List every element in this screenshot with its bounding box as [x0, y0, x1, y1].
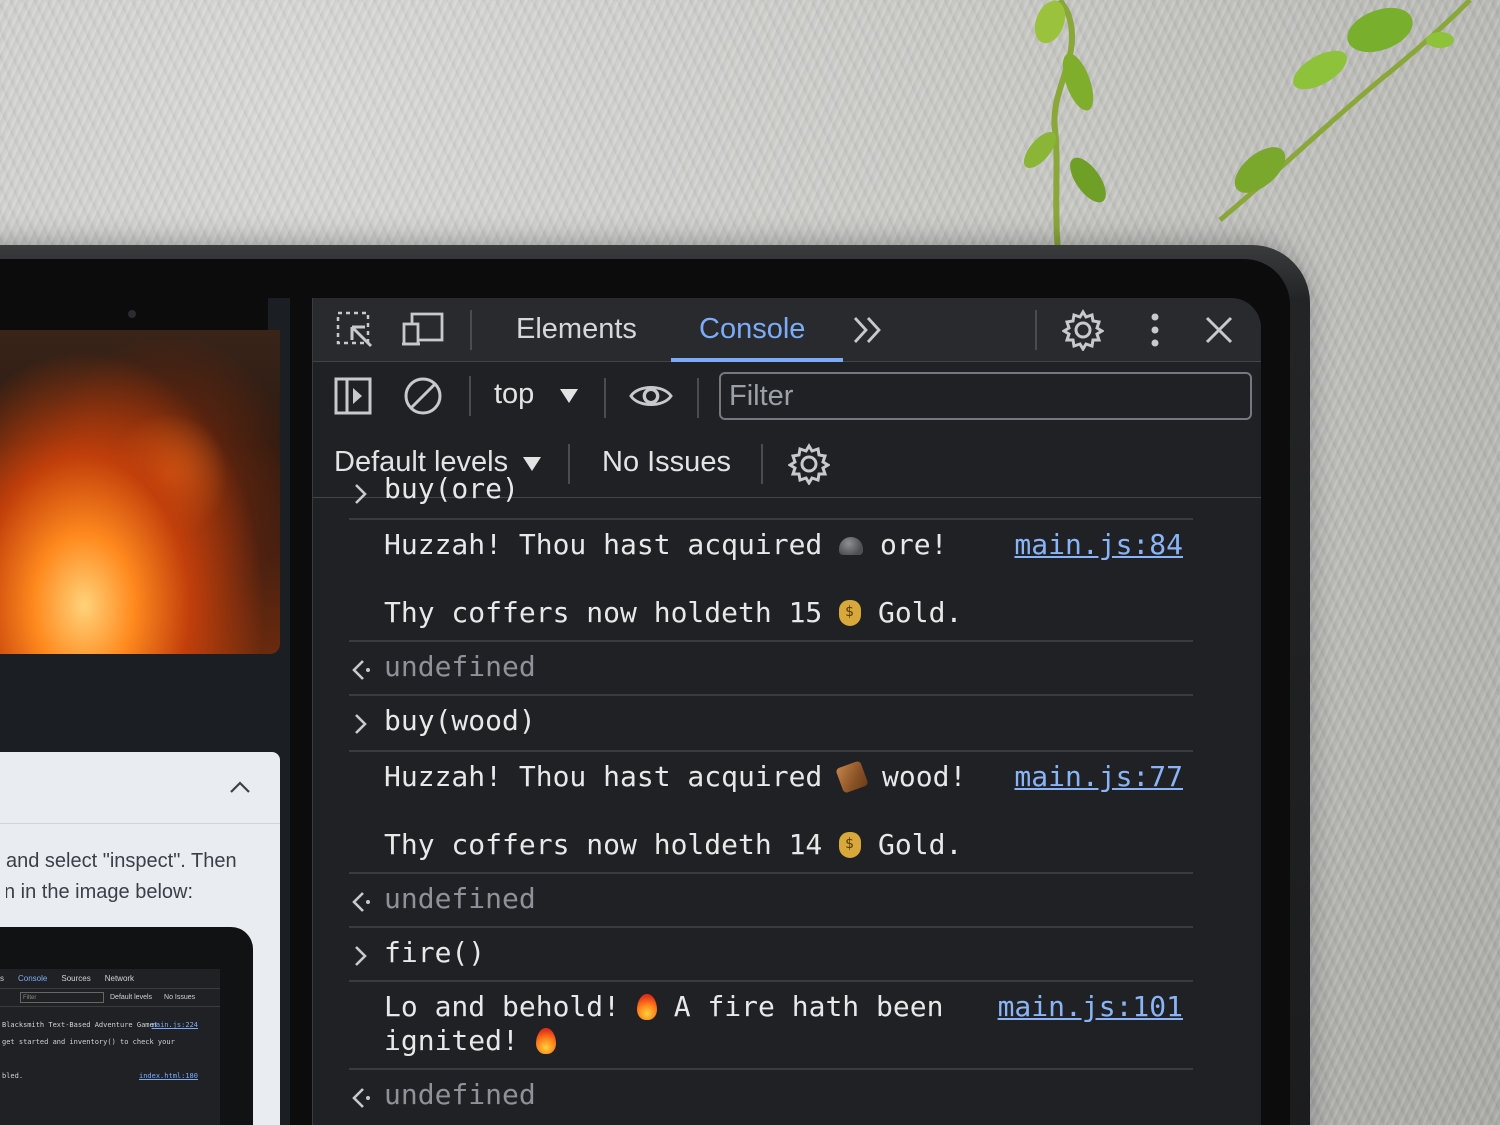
mini-filter-row: Filter Default levels No Issues	[0, 989, 220, 1007]
card-text-line: and select "inspect". Then	[6, 850, 237, 872]
toolbar-separator	[1035, 310, 1037, 350]
context-selector[interactable]: top	[494, 378, 534, 411]
log-message: Thy coffers now holdeth 15 Gold.	[384, 596, 962, 629]
inspect-element-icon[interactable]	[333, 308, 377, 352]
mini-devtools: s Console Sources Network Filter Default…	[0, 969, 220, 1125]
wood-icon	[835, 760, 869, 794]
console-return-row: undefined	[349, 1070, 1193, 1125]
rock-icon	[839, 537, 864, 555]
dropdown-arrow-icon[interactable]	[559, 388, 579, 404]
mini-levels: Default levels	[110, 994, 153, 1001]
device-toolbar-icon[interactable]	[402, 308, 446, 352]
return-value: undefined	[384, 1078, 536, 1111]
log-message: Huzzah! Thou hast acquired ore!	[384, 528, 948, 561]
money-bag-icon	[839, 832, 862, 858]
chevron-up-icon[interactable]	[229, 780, 251, 794]
mini-tab: s	[0, 974, 4, 983]
tab-elements[interactable]: Elements	[516, 298, 637, 362]
camera-icon	[128, 310, 136, 318]
mini-tab: Network	[104, 974, 135, 983]
mini-console-line: bled. index.html:180	[2, 1072, 198, 1080]
card-header[interactable]	[0, 752, 280, 824]
console-return-row: undefined	[349, 874, 1193, 928]
issues-button[interactable]: No Issues	[602, 446, 731, 479]
console-return-row: undefined	[349, 642, 1193, 696]
return-chevron-icon	[352, 892, 370, 912]
instructions-card: and select "inspect". Then n in the imag…	[0, 752, 280, 1125]
mini-console-line	[0, 1051, 220, 1068]
toolbar-separator	[469, 376, 471, 416]
console-input-row: fire()	[349, 928, 1193, 982]
more-tabs-icon[interactable]	[845, 308, 889, 352]
log-message: ignited!	[384, 1024, 556, 1057]
fire-icon	[535, 1028, 556, 1054]
more-options-icon[interactable]	[1133, 308, 1177, 352]
settings-gear-icon[interactable]	[1061, 308, 1105, 352]
devtools-toolbar: Elements Console	[313, 298, 1261, 362]
return-value: undefined	[384, 650, 536, 683]
devtools-screenshot: s Console Sources Network Filter Default…	[0, 927, 253, 1125]
mini-console-line: get started and inventory() to check you…	[2, 1038, 175, 1046]
console-input-text: buy(ore)	[384, 472, 519, 505]
mini-console-line: Blacksmith Text-Based Adventure Game! mai…	[2, 1021, 198, 1029]
console-input-text: buy(wood)	[384, 704, 536, 737]
card-text-line: n in the image below:	[6, 881, 194, 903]
mini-filter: Filter	[20, 992, 104, 1003]
close-icon[interactable]	[1197, 308, 1241, 352]
toolbar-separator	[604, 378, 606, 418]
sidebar-toggle-icon[interactable]	[331, 374, 375, 418]
console-log-row: Lo and behold! A fire hath been main.js:…	[349, 982, 1193, 1070]
toolbar-separator	[470, 310, 472, 350]
mini-tab: Sources	[61, 974, 91, 983]
levels-arrow-icon[interactable]	[522, 456, 542, 472]
filter-input[interactable]: Filter	[719, 372, 1252, 420]
mini-issues: No Issues	[164, 994, 196, 1001]
console-input-row: buy(wood)	[349, 696, 1193, 752]
eye-icon[interactable]	[629, 374, 673, 418]
devtools-panel: Elements Console top Filter Default leve…	[312, 298, 1261, 1125]
source-link[interactable]: main.js:77	[1014, 760, 1183, 793]
mini-tabs: s Console Sources Network	[0, 969, 220, 989]
input-chevron-icon	[355, 714, 367, 734]
console-log-row: Huzzah! Thou hast acquired wood! main.js…	[349, 752, 1193, 874]
source-link[interactable]: main.js:84	[1014, 528, 1183, 561]
return-chevron-icon	[352, 660, 370, 680]
source-link[interactable]: main.js:101	[998, 990, 1183, 1023]
card-instructions-text: and select "inspect". Then n in the imag…	[6, 846, 276, 908]
log-message: Huzzah! Thou hast acquired wood!	[384, 760, 967, 794]
tab-console[interactable]: Console	[699, 298, 805, 362]
console-input-text: fire()	[384, 936, 486, 969]
money-bag-icon	[839, 600, 862, 626]
return-chevron-icon	[352, 1088, 370, 1108]
input-chevron-icon	[355, 484, 367, 504]
input-chevron-icon	[355, 946, 367, 966]
console-log-row: Huzzah! Thou hast acquired ore! main.js:…	[349, 520, 1193, 642]
log-message: Lo and behold! A fire hath been	[384, 990, 944, 1023]
forge-image	[0, 330, 280, 654]
console-output: buy(ore) Huzzah! Thou hast acquired ore!…	[313, 472, 1261, 1125]
toolbar-separator	[697, 378, 699, 418]
mini-tab: Console	[18, 974, 48, 983]
log-message: Thy coffers now holdeth 14 Gold.	[384, 828, 962, 861]
fire-icon	[636, 994, 657, 1020]
console-input-row: buy(ore)	[349, 472, 1193, 520]
clear-console-icon[interactable]	[401, 374, 445, 418]
return-value: undefined	[384, 882, 536, 915]
